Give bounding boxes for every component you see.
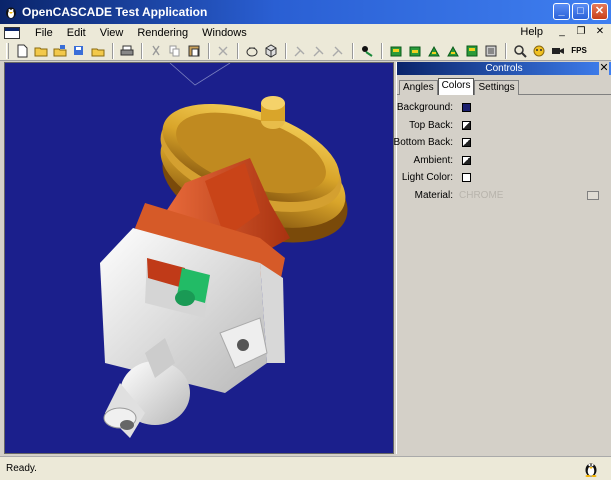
ambient-color-swatch[interactable] — [462, 155, 471, 165]
tux-icon — [585, 463, 597, 477]
toolbar-grip[interactable] — [6, 42, 9, 59]
status-text: Ready. — [6, 463, 37, 474]
zoom-in-icon[interactable] — [310, 42, 328, 60]
material-row: Material: CHROME — [397, 187, 611, 205]
child-minimize-button[interactable]: _ — [555, 25, 569, 38]
color-label: Light Color: — [401, 172, 453, 184]
maximize-button[interactable]: □ — [572, 3, 589, 20]
controls-close-icon[interactable]: ✕ — [599, 62, 609, 75]
color-row-top-back: Top Back: — [397, 117, 611, 135]
toolbar-separator — [237, 42, 239, 59]
color-label: Bottom Back: — [393, 137, 453, 149]
top-back-color-swatch[interactable] — [462, 120, 471, 130]
color-label: Background: — [396, 102, 453, 114]
3d-viewport[interactable] — [4, 62, 394, 454]
color-row-ambient: Ambient: — [397, 152, 611, 170]
controls-tabs: Angles Colors Settings — [397, 75, 611, 95]
material-picker-button[interactable] — [587, 190, 599, 200]
view-back-icon[interactable] — [444, 42, 462, 60]
save-as-icon[interactable] — [70, 42, 88, 60]
zoom-fit-icon[interactable] — [291, 42, 309, 60]
child-close-button[interactable]: ✕ — [593, 25, 607, 38]
color-row-background: Background: — [397, 99, 611, 117]
tab-colors[interactable]: Colors — [437, 78, 475, 95]
cut-icon[interactable] — [147, 42, 165, 60]
color-label: Ambient: — [413, 154, 453, 166]
menu-view[interactable]: View — [93, 27, 131, 39]
view-reset-icon[interactable] — [482, 42, 500, 60]
toolbar-separator — [381, 42, 383, 59]
export-icon[interactable] — [89, 42, 107, 60]
material-value: CHROME — [459, 189, 504, 201]
fps-button[interactable]: FPS — [568, 42, 590, 60]
bottom-back-color-swatch[interactable] — [462, 138, 471, 148]
shaded-icon[interactable] — [262, 42, 280, 60]
color-row-light: Light Color: — [397, 169, 611, 187]
controls-title: Controls — [485, 63, 523, 74]
delete-icon[interactable] — [214, 42, 232, 60]
pump-model-render — [100, 63, 348, 438]
view-top-icon[interactable] — [406, 42, 424, 60]
view-front-icon[interactable] — [387, 42, 405, 60]
new-icon[interactable] — [13, 42, 31, 60]
toolbar-separator — [352, 42, 354, 59]
rotate-icon[interactable] — [530, 42, 548, 60]
trihedron-lines — [169, 63, 231, 86]
status-bar: Ready. — [0, 456, 611, 480]
colors-tab-body: Background: Top Back: Bottom Back: Ambie… — [393, 94, 611, 205]
tab-angles[interactable]: Angles — [399, 80, 438, 95]
background-color-swatch[interactable] — [462, 103, 471, 113]
toolbar: FPS — [0, 41, 611, 61]
view-left-icon[interactable] — [425, 42, 443, 60]
save-icon[interactable] — [51, 42, 69, 60]
toolbar-separator — [285, 42, 287, 59]
camera-icon[interactable] — [549, 42, 567, 60]
view-iso-icon[interactable] — [463, 42, 481, 60]
child-restore-button[interactable]: ❐ — [574, 25, 588, 38]
paste-icon[interactable] — [185, 42, 203, 60]
print-icon[interactable] — [118, 42, 136, 60]
open-icon[interactable] — [32, 42, 50, 60]
menu-help[interactable]: Help — [513, 26, 550, 38]
toolbar-separator — [505, 42, 507, 59]
menu-rendering[interactable]: Rendering — [130, 27, 195, 39]
controls-panel: Controls ✕ Angles Colors Settings Backgr… — [393, 62, 611, 454]
wireframe-icon[interactable] — [243, 42, 261, 60]
material-label: Material: — [414, 189, 453, 201]
controls-header: Controls ✕ — [397, 62, 611, 75]
menu-edit[interactable]: Edit — [60, 27, 93, 39]
app-icon — [6, 7, 16, 19]
toolbar-separator — [112, 42, 114, 59]
copy-icon[interactable] — [166, 42, 184, 60]
tab-settings[interactable]: Settings — [474, 80, 519, 95]
light-color-swatch[interactable] — [462, 173, 471, 183]
color-label: Top Back: — [409, 119, 453, 131]
window-title: OpenCASCADE Test Application — [22, 5, 208, 19]
toolbar-separator — [141, 42, 143, 59]
color-row-bottom-back: Bottom Back: — [393, 134, 611, 152]
zoom-icon[interactable] — [511, 42, 529, 60]
zoom-out-icon[interactable] — [329, 42, 347, 60]
document-icon[interactable] — [4, 26, 20, 39]
menu-windows[interactable]: Windows — [195, 27, 254, 39]
menu-bar: File Edit View Rendering Windows Help _ … — [0, 24, 611, 41]
pan-icon[interactable] — [358, 42, 376, 60]
minimize-button[interactable]: _ — [553, 3, 570, 20]
menu-file[interactable]: File — [28, 27, 60, 39]
toolbar-separator — [208, 42, 210, 59]
close-button[interactable]: ✕ — [591, 3, 608, 20]
title-bar: OpenCASCADE Test Application _ □ ✕ — [0, 0, 611, 24]
